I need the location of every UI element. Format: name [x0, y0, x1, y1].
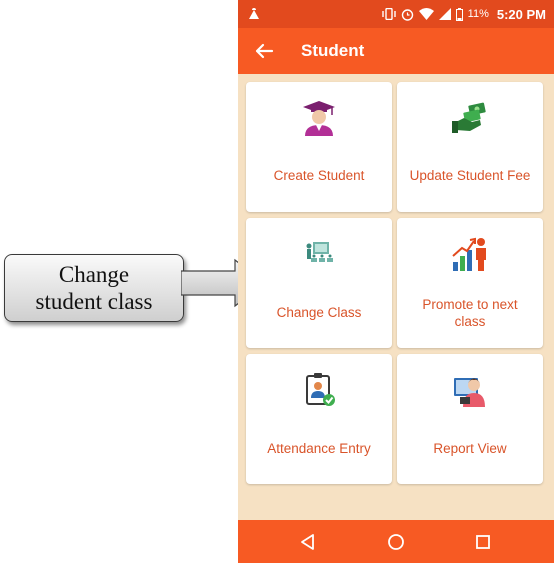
page-title: Student: [301, 41, 365, 60]
navigation-bar: [238, 520, 554, 563]
back-arrow-icon[interactable]: [252, 39, 276, 63]
growth-chart-icon: [452, 237, 486, 271]
promote-label-line-2: class: [454, 314, 486, 329]
phone-screen: 11% 5:20 PM Student Create Student Updat…: [238, 0, 554, 563]
callout-box: Change student class: [4, 254, 184, 322]
vibrate-icon: [381, 8, 396, 20]
callout-line-2: student class: [35, 289, 153, 314]
callout-line-1: Change: [58, 262, 130, 287]
alarm-icon: [401, 8, 413, 21]
classroom-icon: [306, 242, 333, 262]
promote-to-next-class-tile[interactable]: Promote to next class: [397, 218, 543, 348]
status-time: 5:20 PM: [496, 6, 546, 22]
app-bar: Student: [238, 28, 554, 74]
update-student-fee-label: Update Student Fee: [409, 168, 531, 183]
student-graduate-icon: [303, 101, 335, 136]
battery-percentage: 11%: [467, 8, 489, 20]
nav-back-icon[interactable]: [297, 531, 319, 553]
change-class-tile[interactable]: Change Class: [246, 218, 392, 348]
nav-recents-icon[interactable]: [472, 531, 494, 553]
attendance-entry-label: Attendance Entry: [267, 441, 371, 456]
status-bar: 11% 5:20 PM: [238, 0, 554, 28]
attendance-entry-tile[interactable]: Attendance Entry: [246, 354, 392, 484]
nav-home-icon[interactable]: [385, 531, 407, 553]
promote-to-next-class-label: Promote to next class: [403, 296, 537, 330]
signal-icon: [438, 8, 451, 20]
report-view-label: Report View: [433, 441, 507, 456]
wifi-icon: [418, 8, 434, 20]
money-hand-icon: [452, 102, 486, 133]
battery-icon: [455, 7, 463, 21]
change-class-label: Change Class: [276, 305, 362, 320]
id-badge-check-icon: [306, 373, 335, 406]
update-student-fee-tile[interactable]: Update Student Fee: [397, 82, 543, 212]
create-student-tile[interactable]: Create Student: [246, 82, 392, 212]
android-notification-icon: [249, 8, 259, 19]
create-student-label: Create Student: [273, 168, 365, 183]
report-view-tile[interactable]: Report View: [397, 354, 543, 484]
report-user-icon: [454, 378, 485, 407]
promote-label-line-1: Promote to next: [422, 297, 518, 312]
